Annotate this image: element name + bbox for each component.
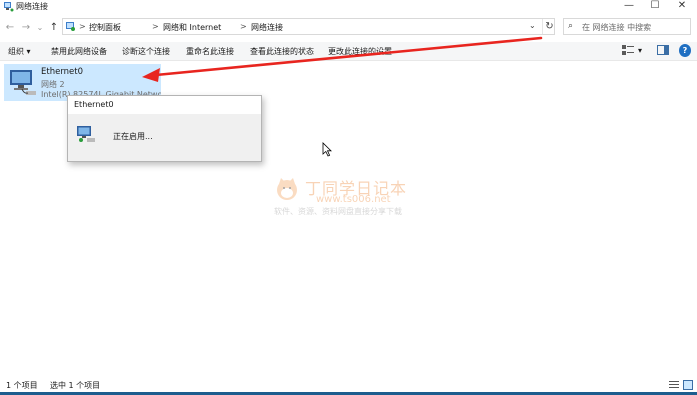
network-adapter-icon — [77, 126, 95, 142]
dialog-header: Ethernet0 — [68, 96, 261, 114]
selected-count: 选中 1 个项目 — [50, 381, 101, 390]
watermark-url: www.ts006.net — [316, 194, 391, 205]
details-view-icon[interactable] — [669, 380, 679, 390]
item-count: 1 个项目 — [6, 381, 38, 390]
large-icons-view-icon[interactable] — [683, 380, 693, 390]
watermark-logo — [277, 178, 297, 200]
enabling-dialog: Ethernet0 正在启用... — [67, 95, 262, 162]
dialog-title: Ethernet0 — [74, 100, 114, 109]
mouse-cursor-icon — [322, 142, 332, 157]
dialog-message: 正在启用... — [113, 132, 153, 141]
watermark-subtitle: 软件、资源、资料网盘直接分享下载 — [274, 207, 402, 216]
